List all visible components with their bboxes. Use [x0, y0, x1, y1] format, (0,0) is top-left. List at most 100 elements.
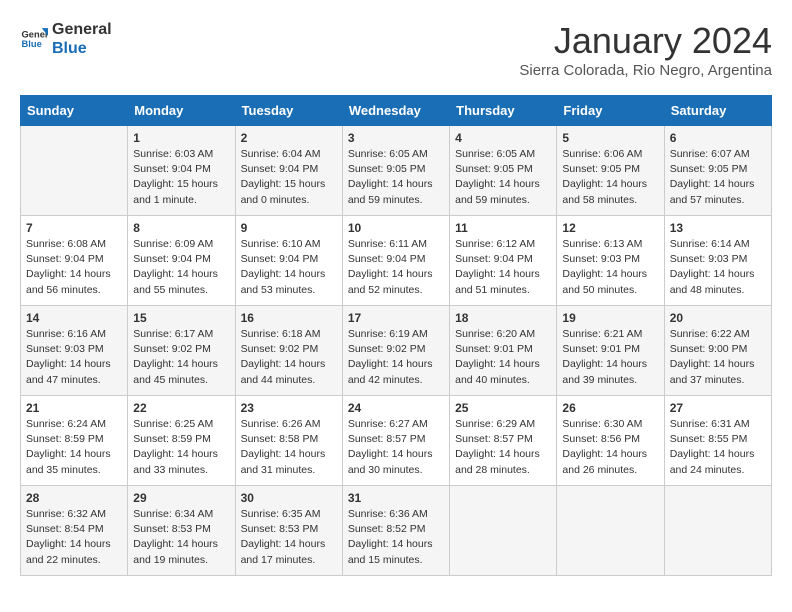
cell-info: Sunrise: 6:19 AMSunset: 9:02 PMDaylight:…	[348, 327, 444, 388]
calendar-cell: 18 Sunrise: 6:20 AMSunset: 9:01 PMDayligh…	[450, 306, 557, 396]
calendar-cell: 9Sunrise: 6:10 AMSunset: 9:04 PMDaylight…	[235, 216, 342, 306]
calendar-cell	[450, 486, 557, 576]
day-number: 15	[133, 311, 229, 325]
cell-info: Sunrise: 6:20 AMSunset: 9:01 PMDaylight:…	[455, 327, 551, 388]
cell-info: Sunrise: 6:17 AMSunset: 9:02 PMDaylight:…	[133, 327, 229, 388]
calendar-cell: 14Sunrise: 6:16 AMSunset: 9:03 PMDayligh…	[21, 306, 128, 396]
weekday-header-row: SundayMondayTuesdayWednesdayThursdayFrid…	[21, 96, 772, 126]
cell-info: Sunrise: 6:30 AMSunset: 8:56 PMDaylight:…	[562, 417, 658, 478]
day-number: 13	[670, 221, 766, 235]
calendar-cell: 23Sunrise: 6:26 AMSunset: 8:58 PMDayligh…	[235, 396, 342, 486]
month-title: January 2024	[519, 20, 772, 62]
calendar-cell: 26 Sunrise: 6:30 AMSunset: 8:56 PMDayligh…	[557, 396, 664, 486]
calendar-cell: 1 Sunrise: 6:03 AMSunset: 9:04 PMDaylight…	[128, 126, 235, 216]
cell-info: Sunrise: 6:14 AMSunset: 9:03 PMDaylight:…	[670, 237, 766, 298]
calendar-cell: 20Sunrise: 6:22 AMSunset: 9:00 PMDayligh…	[664, 306, 771, 396]
calendar-cell: 12Sunrise: 6:13 AMSunset: 9:03 PMDayligh…	[557, 216, 664, 306]
cell-info: Sunrise: 6:12 AMSunset: 9:04 PMDaylight:…	[455, 237, 551, 298]
day-number: 16	[241, 311, 337, 325]
calendar-cell: 8Sunrise: 6:09 AMSunset: 9:04 PMDaylight…	[128, 216, 235, 306]
calendar-cell: 25Sunrise: 6:29 AMSunset: 8:57 PMDayligh…	[450, 396, 557, 486]
page-header: General Blue General Blue January 2024 S…	[20, 20, 772, 79]
cell-info: Sunrise: 6:25 AMSunset: 8:59 PMDaylight:…	[133, 417, 229, 478]
calendar-cell: 5 Sunrise: 6:06 AMSunset: 9:05 PMDaylight…	[557, 126, 664, 216]
calendar-cell: 10Sunrise: 6:11 AMSunset: 9:04 PMDayligh…	[342, 216, 449, 306]
cell-info: Sunrise: 6:18 AMSunset: 9:02 PMDaylight:…	[241, 327, 337, 388]
cell-info: Sunrise: 6:13 AMSunset: 9:03 PMDaylight:…	[562, 237, 658, 298]
calendar-cell: 19 Sunrise: 6:21 AMSunset: 9:01 PMDayligh…	[557, 306, 664, 396]
calendar-cell: 2 Sunrise: 6:04 AMSunset: 9:04 PMDaylight…	[235, 126, 342, 216]
calendar-cell: 30 Sunrise: 6:35 AMSunset: 8:53 PMDayligh…	[235, 486, 342, 576]
day-number: 6	[670, 131, 766, 145]
day-number: 31	[348, 491, 444, 505]
location-subtitle: Sierra Colorada, Rio Negro, Argentina	[519, 62, 772, 79]
calendar-cell: 13 Sunrise: 6:14 AMSunset: 9:03 PMDayligh…	[664, 216, 771, 306]
cell-info: Sunrise: 6:06 AMSunset: 9:05 PMDaylight:…	[562, 147, 658, 208]
day-number: 19	[562, 311, 658, 325]
cell-info: Sunrise: 6:35 AMSunset: 8:53 PMDaylight:…	[241, 507, 337, 568]
day-number: 11	[455, 221, 551, 235]
calendar-cell: 31Sunrise: 6:36 AMSunset: 8:52 PMDayligh…	[342, 486, 449, 576]
day-number: 22	[133, 401, 229, 415]
calendar-cell: 4 Sunrise: 6:05 AMSunset: 9:05 PMDaylight…	[450, 126, 557, 216]
cell-info: Sunrise: 6:21 AMSunset: 9:01 PMDaylight:…	[562, 327, 658, 388]
calendar-cell: 15 Sunrise: 6:17 AMSunset: 9:02 PMDayligh…	[128, 306, 235, 396]
calendar-cell: 24 Sunrise: 6:27 AMSunset: 8:57 PMDayligh…	[342, 396, 449, 486]
svg-text:Blue: Blue	[22, 39, 42, 49]
calendar-table: SundayMondayTuesdayWednesdayThursdayFrid…	[20, 95, 772, 576]
day-number: 8	[133, 221, 229, 235]
week-row-4: 21 Sunrise: 6:24 AMSunset: 8:59 PMDayligh…	[21, 396, 772, 486]
day-number: 28	[26, 491, 122, 505]
calendar-cell: 28Sunrise: 6:32 AMSunset: 8:54 PMDayligh…	[21, 486, 128, 576]
day-number: 24	[348, 401, 444, 415]
day-number: 29	[133, 491, 229, 505]
calendar-cell: 29 Sunrise: 6:34 AMSunset: 8:53 PMDayligh…	[128, 486, 235, 576]
day-number: 18	[455, 311, 551, 325]
day-number: 17	[348, 311, 444, 325]
weekday-header-friday: Friday	[557, 96, 664, 126]
week-row-1: 1 Sunrise: 6:03 AMSunset: 9:04 PMDaylight…	[21, 126, 772, 216]
cell-info: Sunrise: 6:24 AMSunset: 8:59 PMDaylight:…	[26, 417, 122, 478]
day-number: 3	[348, 131, 444, 145]
cell-info: Sunrise: 6:34 AMSunset: 8:53 PMDaylight:…	[133, 507, 229, 568]
calendar-cell	[557, 486, 664, 576]
weekday-header-wednesday: Wednesday	[342, 96, 449, 126]
week-row-5: 28Sunrise: 6:32 AMSunset: 8:54 PMDayligh…	[21, 486, 772, 576]
calendar-cell: 11 Sunrise: 6:12 AMSunset: 9:04 PMDayligh…	[450, 216, 557, 306]
logo-icon: General Blue	[20, 25, 48, 53]
day-number: 20	[670, 311, 766, 325]
cell-info: Sunrise: 6:05 AMSunset: 9:05 PMDaylight:…	[455, 147, 551, 208]
weekday-header-saturday: Saturday	[664, 96, 771, 126]
weekday-header-monday: Monday	[128, 96, 235, 126]
cell-info: Sunrise: 6:11 AMSunset: 9:04 PMDaylight:…	[348, 237, 444, 298]
cell-info: Sunrise: 6:27 AMSunset: 8:57 PMDaylight:…	[348, 417, 444, 478]
week-row-3: 14Sunrise: 6:16 AMSunset: 9:03 PMDayligh…	[21, 306, 772, 396]
day-number: 14	[26, 311, 122, 325]
calendar-cell	[21, 126, 128, 216]
cell-info: Sunrise: 6:31 AMSunset: 8:55 PMDaylight:…	[670, 417, 766, 478]
calendar-cell	[664, 486, 771, 576]
cell-info: Sunrise: 6:26 AMSunset: 8:58 PMDaylight:…	[241, 417, 337, 478]
day-number: 4	[455, 131, 551, 145]
calendar-cell: 6 Sunrise: 6:07 AMSunset: 9:05 PMDaylight…	[664, 126, 771, 216]
cell-info: Sunrise: 6:07 AMSunset: 9:05 PMDaylight:…	[670, 147, 766, 208]
weekday-header-tuesday: Tuesday	[235, 96, 342, 126]
cell-info: Sunrise: 6:05 AMSunset: 9:05 PMDaylight:…	[348, 147, 444, 208]
weekday-header-sunday: Sunday	[21, 96, 128, 126]
calendar-cell: 16 Sunrise: 6:18 AMSunset: 9:02 PMDayligh…	[235, 306, 342, 396]
day-number: 30	[241, 491, 337, 505]
title-block: January 2024 Sierra Colorada, Rio Negro,…	[519, 20, 772, 79]
logo: General Blue General Blue	[20, 20, 112, 58]
cell-info: Sunrise: 6:08 AMSunset: 9:04 PMDaylight:…	[26, 237, 122, 298]
weekday-header-thursday: Thursday	[450, 96, 557, 126]
day-number: 1	[133, 131, 229, 145]
cell-info: Sunrise: 6:03 AMSunset: 9:04 PMDaylight:…	[133, 147, 229, 208]
svg-text:General: General	[22, 30, 48, 40]
day-number: 2	[241, 131, 337, 145]
day-number: 5	[562, 131, 658, 145]
day-number: 26	[562, 401, 658, 415]
day-number: 27	[670, 401, 766, 415]
calendar-cell: 27 Sunrise: 6:31 AMSunset: 8:55 PMDayligh…	[664, 396, 771, 486]
day-number: 21	[26, 401, 122, 415]
cell-info: Sunrise: 6:04 AMSunset: 9:04 PMDaylight:…	[241, 147, 337, 208]
